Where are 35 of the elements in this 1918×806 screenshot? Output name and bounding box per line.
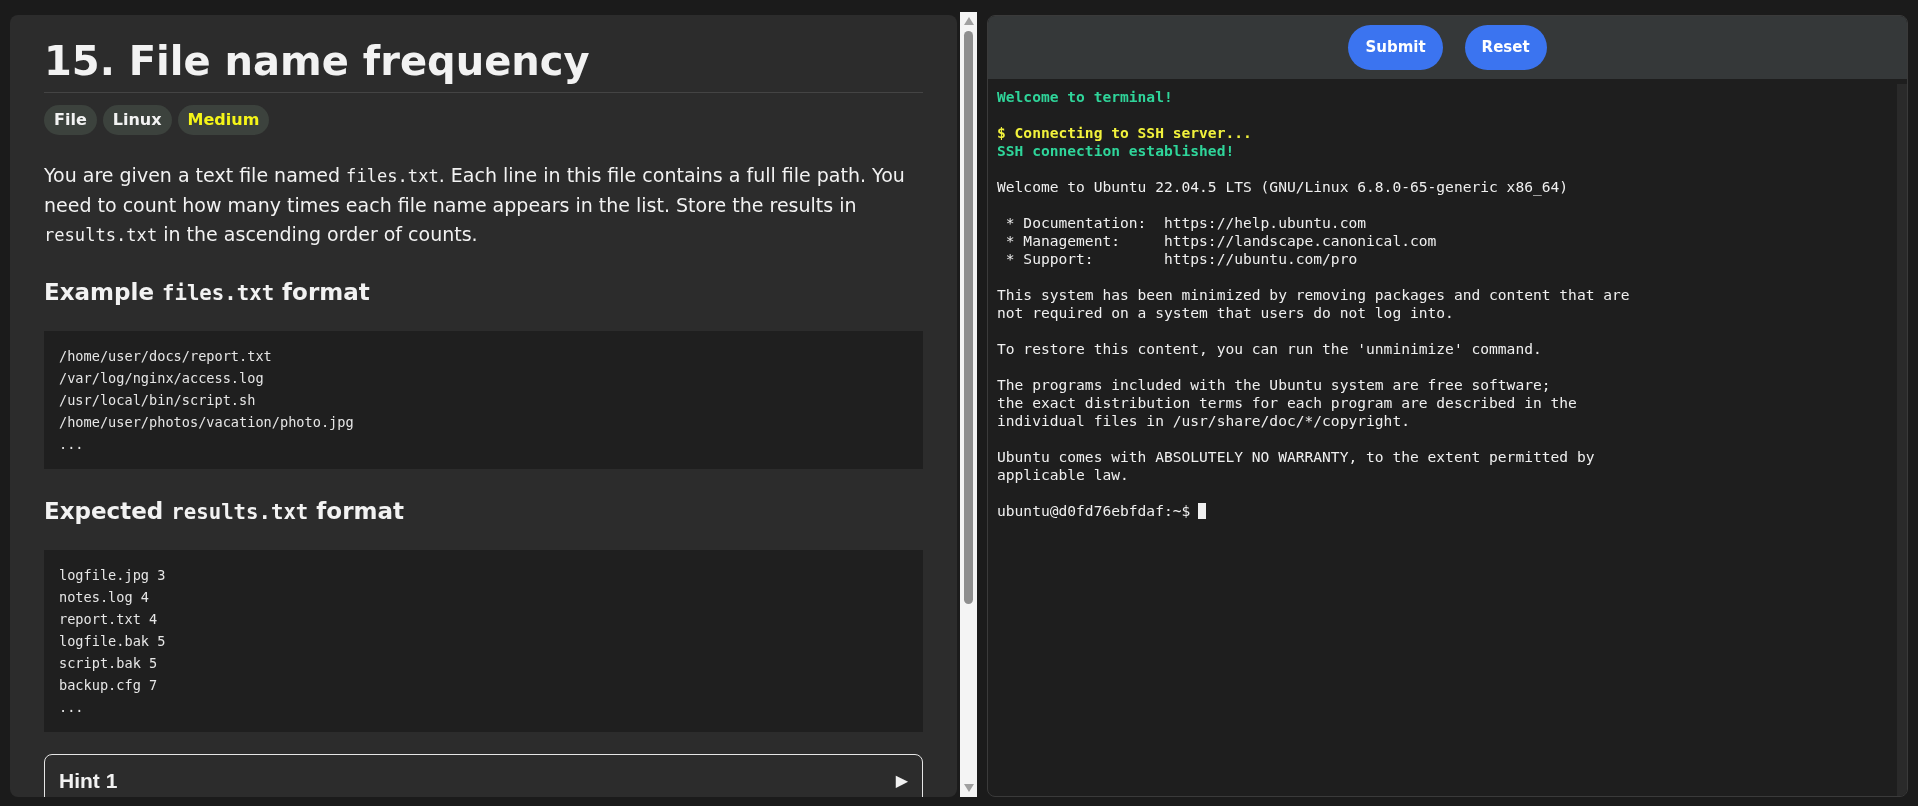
- code-block: /home/user/docs/report.txt /var/log/nginx/access.log /usr/local/bin/script.sh /home/user/photos/vacation/photo.jpg ...: [44, 331, 923, 469]
- difficulty-tag: Medium: [177, 105, 270, 135]
- terminal-line: $ Connecting to SSH server...: [997, 124, 1252, 142]
- section-heading: Expected results.txt format: [44, 497, 405, 526]
- terminal-cursor: [1198, 503, 1207, 519]
- topic-tag: Linux: [102, 105, 172, 135]
- terminal-line: To restore this content, you can run the 'unminimize' command.: [997, 340, 1542, 358]
- terminal-line: not required on a system that users do not log into.: [997, 304, 1454, 322]
- terminal-line: the exact distribution terms for each program are described in the: [997, 394, 1577, 412]
- terminal-line: SSH connection established!: [997, 142, 1235, 160]
- code-block: logfile.jpg 3 notes.log 4 report.txt 4 logfile.bak 5 script.bak 5 backup.cfg 7 ...: [44, 550, 923, 732]
- expand-toggle[interactable]: ▶: [895, 768, 908, 793]
- terminal-line: * Management: https://landscape.canonical.com: [1004, 232, 1437, 250]
- terminal-line: * Documentation: https://help.ubuntu.com: [1004, 214, 1367, 232]
- vertical-scrollbar[interactable]: [960, 12, 977, 797]
- terminal-line: individual files in /usr/share/doc/*/copyright.: [997, 412, 1410, 430]
- shell-prompt: ubuntu@d0fd76ebfdaf:~$: [997, 502, 1191, 520]
- terminal-line: Welcome to terminal!: [997, 88, 1173, 106]
- terminal-line: applicable law.: [997, 466, 1129, 484]
- terminal-line: This system has been minimized by removing packages and content that are: [997, 286, 1630, 304]
- problem-title: 15. File name frequency: [44, 35, 923, 93]
- terminal-line: The programs included with the Ubuntu system are free software;: [997, 376, 1551, 394]
- terminal-line: * Support: https://ubuntu.com/pro: [1004, 250, 1358, 268]
- scroll-up-icon[interactable]: [963, 17, 974, 25]
- terminal-line: Ubuntu comes with ABSOLUTELY NO WARRANTY, to the extent permitted by: [997, 448, 1595, 466]
- submit-button[interactable]: Submit: [1348, 25, 1443, 70]
- section-heading: Example files.txt format: [44, 278, 371, 307]
- hint-accordion[interactable]: Hint 1 ▶: [44, 754, 923, 797]
- topic-tag: File: [44, 105, 97, 135]
- hint-title: Hint 1: [59, 768, 118, 794]
- task-description: You are given a text file named files.txt. Each line in this file contains a full file path. You need to count how many times each file name appears in the list. Store the results in results.txt in the ascending order of counts.: [44, 163, 906, 247]
- scroll-down-icon[interactable]: [963, 784, 974, 792]
- reset-button[interactable]: Reset: [1464, 25, 1547, 70]
- scrollbar-thumb[interactable]: [964, 31, 973, 604]
- terminal-line: Welcome to Ubuntu 22.04.5 LTS (GNU/Linux 6.8.0-65-generic x86_64): [997, 178, 1569, 196]
